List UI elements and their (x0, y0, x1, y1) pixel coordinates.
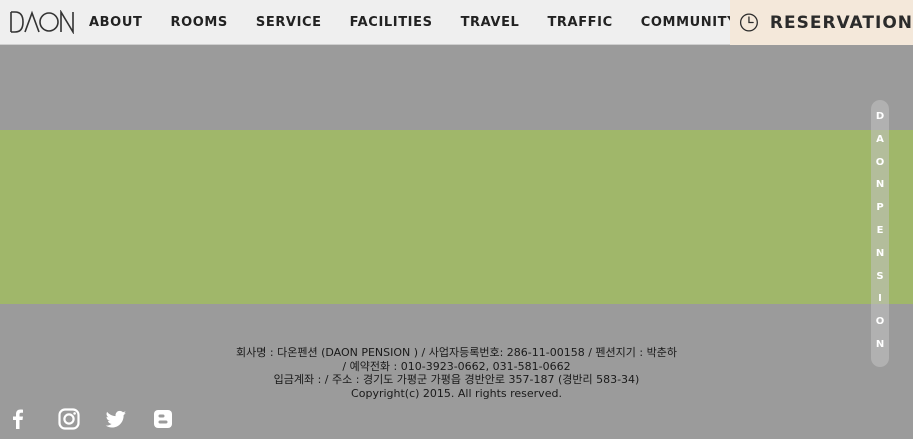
social-links (10, 407, 198, 431)
footer-company-line: 회사명 : 다온펜션 (DAON PENSION ) / 사업자등록번호: 28… (236, 346, 677, 359)
nav-rooms[interactable]: ROOMS (170, 15, 227, 30)
side-letter: O (875, 156, 885, 168)
reservation-button[interactable]: RESERVATION (730, 0, 913, 45)
nav-travel[interactable]: TRAVEL (461, 15, 520, 30)
nav-traffic[interactable]: TRAFFIC (547, 15, 612, 30)
top-navbar: ABOUT ROOMS SERVICE FACILITIES TRAVEL TR… (0, 0, 913, 45)
main-menu: ABOUT ROOMS SERVICE FACILITIES TRAVEL TR… (89, 0, 765, 45)
footer-copyright: Copyright(c) 2015. All rights reserved. (351, 386, 562, 400)
clock-icon (739, 13, 758, 32)
instagram-icon[interactable] (57, 407, 81, 431)
side-letter: D (875, 111, 885, 122)
side-letter: O (875, 316, 885, 328)
side-letter: I (878, 293, 882, 305)
blogger-icon[interactable] (151, 407, 175, 431)
side-letter: N (875, 179, 885, 191)
reservation-label: RESERVATION (769, 12, 913, 33)
nav-facilities[interactable]: FACILITIES (350, 15, 433, 30)
nav-about[interactable]: ABOUT (89, 15, 142, 30)
side-letter: S (876, 270, 884, 282)
twitter-icon[interactable] (104, 407, 128, 431)
side-letter: N (875, 247, 885, 259)
side-letter: E (876, 224, 884, 236)
hero-band (0, 130, 913, 304)
footer-info: 회사명 : 다온펜션 (DAON PENSION ) / 사업자등록번호: 28… (0, 346, 913, 400)
daon-logo[interactable] (10, 10, 74, 34)
footer-address-line: 입금계좌 : / 주소 : 경기도 가평군 가평읍 경반안로 357-187 (… (273, 373, 640, 386)
facebook-icon[interactable] (10, 407, 34, 431)
footer-phone-line: / 예약전화 : 010-3923-0662, 031-581-0662 (342, 359, 571, 373)
side-letter: A (876, 133, 884, 145)
side-pension-tab[interactable]: D A O N P E N S I O N (871, 100, 889, 367)
side-letter: P (876, 202, 884, 214)
nav-service[interactable]: SERVICE (256, 15, 322, 30)
nav-community[interactable]: COMMUNITY (641, 15, 737, 30)
